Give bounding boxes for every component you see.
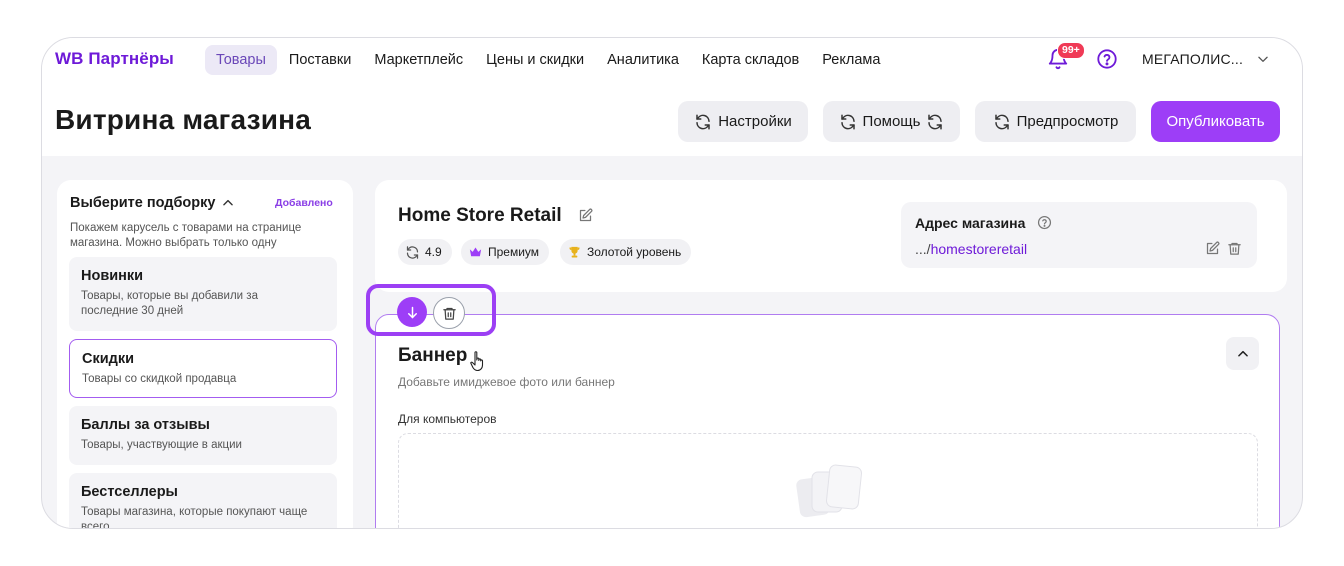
desktop-label: Для компьютеров <box>398 412 497 426</box>
preview-button[interactable]: Предпросмотр <box>975 101 1136 142</box>
collection-card-review-points[interactable]: Баллы за отзывы Товары, участвующие в ак… <box>69 406 337 465</box>
nav-item-supplies[interactable]: Поставки <box>278 45 362 75</box>
nav-item-ads[interactable]: Реклама <box>811 45 891 75</box>
rating-chip: 4.9 <box>398 239 452 265</box>
desktop-banner-dropzone[interactable] <box>398 433 1258 528</box>
chevron-up-icon[interactable] <box>221 196 235 210</box>
page-title: Витрина магазина <box>55 104 312 135</box>
toolbar-highlight-frame <box>366 284 496 336</box>
collection-card-new[interactable]: Новинки Товары, которые вы добавили за п… <box>69 257 337 331</box>
store-info-panel: Home Store Retail 4.9 Премиум Золотой ур… <box>375 180 1287 292</box>
trophy-icon <box>569 246 580 257</box>
delete-block-button[interactable] <box>433 297 465 329</box>
collections-panel: Выберите подборку Добавлено Покажем кару… <box>57 180 353 529</box>
nav-item-warehouse-map[interactable]: Карта складов <box>691 45 810 75</box>
preview-button-label: Предпросмотр <box>1016 113 1119 130</box>
premium-chip: Премиум <box>461 239 550 265</box>
trash-icon[interactable] <box>1227 241 1242 256</box>
refresh-icon <box>406 245 419 259</box>
collection-card-title: Бестселлеры <box>81 484 178 500</box>
chevron-down-icon[interactable] <box>1256 52 1270 66</box>
crown-icon <box>469 247 482 256</box>
top-navigation-bar: WB Партнёры Товары Поставки Маркетплейс … <box>42 38 1302 86</box>
nav-item-analytics[interactable]: Аналитика <box>596 45 690 75</box>
banner-title: Баннер <box>398 345 468 366</box>
added-label: Добавлено <box>275 197 333 209</box>
store-address-link[interactable]: .../homestoreretail <box>915 241 1027 257</box>
app-window: WB Партнёры Товары Поставки Маркетплейс … <box>41 37 1303 529</box>
help-button[interactable]: Помощь <box>823 101 960 142</box>
collection-card-desc: Товары магазина, которые покупают чаще в… <box>81 506 308 529</box>
edit-icon[interactable] <box>1205 241 1220 256</box>
gold-level-label: Золотой уровень <box>587 245 682 259</box>
collection-card-desc: Товары со скидкой продавца <box>82 373 237 385</box>
address-title: Адрес магазина <box>915 215 1026 231</box>
arrow-down-icon <box>407 306 417 318</box>
banner-block: Баннер Добавьте имиджевое фото или банне… <box>375 314 1280 528</box>
collection-card-title: Новинки <box>81 268 144 284</box>
refresh-icon <box>696 114 710 129</box>
collection-card-title: Баллы за отзывы <box>81 417 210 433</box>
help-circle-icon[interactable] <box>1096 48 1118 70</box>
account-name[interactable]: МЕГАПОЛИС... <box>1142 51 1243 67</box>
address-prefix: .../ <box>915 241 931 257</box>
premium-label: Премиум <box>488 245 540 259</box>
store-name: Home Store Retail <box>398 205 562 226</box>
refresh-icon <box>994 114 1009 129</box>
collection-card-title: Скидки <box>82 351 135 367</box>
publish-button-label: Опубликовать <box>1166 113 1265 130</box>
collection-card-discounts[interactable]: Скидки Товары со скидкой продавца <box>69 339 337 398</box>
hand-cursor-icon <box>470 351 484 372</box>
settings-button[interactable]: Настройки <box>678 101 808 142</box>
store-address-box: Адрес магазина .../homestoreretail <box>901 202 1257 268</box>
settings-button-label: Настройки <box>718 113 792 130</box>
collection-card-bestsellers[interactable]: Бестселлеры Товары магазина, которые пок… <box>69 473 337 529</box>
trash-icon <box>442 307 456 320</box>
page-header: Витрина магазина Настройки Помощь Предпр… <box>42 86 1302 156</box>
rating-value: 4.9 <box>425 245 442 259</box>
collections-title: Выберите подборку <box>70 195 216 211</box>
main-nav: Товары Поставки Маркетплейс Цены и скидк… <box>205 42 892 78</box>
help-circle-icon[interactable] <box>1037 215 1052 230</box>
collection-card-desc: Товары, которые вы добавили за последние… <box>81 290 258 317</box>
refresh-icon <box>840 114 855 129</box>
edit-icon[interactable] <box>578 208 593 223</box>
move-down-button[interactable] <box>397 297 427 327</box>
nav-item-marketplace[interactable]: Маркетплейс <box>363 45 474 75</box>
image-placeholder-icon <box>796 464 863 518</box>
nav-item-products[interactable]: Товары <box>205 45 277 75</box>
notification-badge: 99+ <box>1057 42 1085 59</box>
collections-description: Покажем карусель с товарами на странице … <box>70 222 302 249</box>
refresh-icon <box>928 114 943 129</box>
chevron-up-icon <box>1237 350 1248 357</box>
collapse-button[interactable] <box>1226 337 1259 370</box>
help-button-label: Помощь <box>862 113 921 130</box>
banner-subtitle: Добавьте имиджевое фото или баннер <box>398 375 615 389</box>
publish-button[interactable]: Опубликовать <box>1151 101 1280 142</box>
gold-level-chip: Золотой уровень <box>560 239 692 265</box>
collection-card-desc: Товары, участвующие в акции <box>81 439 242 451</box>
address-slug: homestoreretail <box>930 241 1028 257</box>
nav-item-prices[interactable]: Цены и скидки <box>475 45 595 75</box>
wb-partners-logo[interactable]: WB Партнёры <box>55 49 174 69</box>
